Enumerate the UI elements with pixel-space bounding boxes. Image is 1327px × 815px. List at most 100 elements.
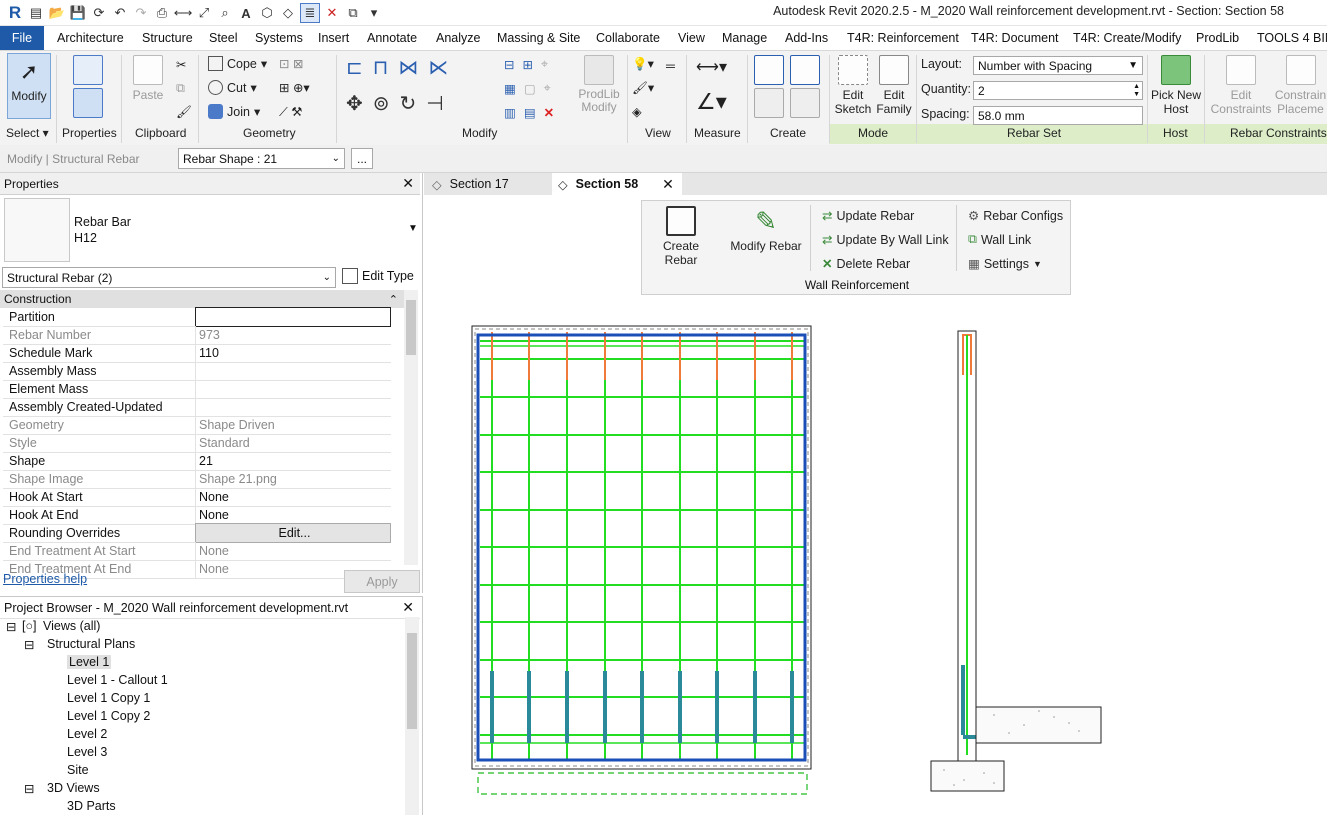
quantity-stepper[interactable]: 2 ▲ ▼ <box>973 81 1143 100</box>
mirror-axis-icon[interactable]: ⋈ <box>398 55 418 80</box>
properties-button[interactable] <box>62 55 114 121</box>
tree-plan-item[interactable]: Level 2 <box>67 727 107 741</box>
create-parts-icon[interactable] <box>754 88 784 118</box>
property-value[interactable] <box>195 307 391 327</box>
aligned-dimension-icon[interactable]: ⤢ <box>195 4 213 22</box>
tab-tools4bim[interactable]: TOOLS 4 BIM <box>1257 31 1327 45</box>
tab-massing-site[interactable]: Massing & Site <box>497 31 580 45</box>
tab-file[interactable]: File <box>0 26 44 50</box>
property-row[interactable]: Assembly Mass <box>3 362 391 381</box>
property-row[interactable]: Rounding Overrides Edit... <box>3 523 391 543</box>
property-value[interactable]: 110 <box>195 344 391 362</box>
cope-button[interactable]: Cope ▾ <box>208 56 267 71</box>
wall-link-button[interactable]: ⧉ Wall Link <box>968 232 1031 247</box>
cut-clipboard-icon[interactable]: ✂ <box>176 57 186 72</box>
property-row[interactable]: Shape Image Shape 21.png <box>3 470 391 489</box>
type-selector-dropdown-icon[interactable]: ▼ <box>408 223 418 234</box>
rebar-shape-select[interactable]: Rebar Shape : 21 ⌄ <box>178 148 345 169</box>
measure-icon[interactable]: ⟷ <box>174 4 193 22</box>
cut-geometry-button[interactable]: Cut ▾ <box>208 80 257 95</box>
properties-scrollbar[interactable] <box>404 290 418 565</box>
prodlib-modify-button[interactable]: ProdLib Modify <box>574 55 624 114</box>
copy-icon[interactable]: ⧉ <box>176 81 185 96</box>
angular-dimension-icon[interactable]: ∠▾ <box>696 89 727 115</box>
constrain-placement-button[interactable]: Constrain Placeme <box>1274 55 1327 116</box>
close-hidden-icon[interactable]: ✕ <box>323 4 341 22</box>
property-value[interactable]: Edit... <box>195 523 391 543</box>
tab-section-58[interactable]: ◇ Section 58 ✕ <box>552 173 682 195</box>
tree-plan-item[interactable]: Level 1 <box>67 655 112 669</box>
tree-plan-item[interactable]: Level 3 <box>67 745 107 759</box>
property-row[interactable]: End Treatment At Start None <box>3 542 391 561</box>
tab-add-ins[interactable]: Add-Ins <box>785 31 828 45</box>
tree-3d-parts[interactable]: 3D Parts <box>67 799 116 813</box>
property-row[interactable]: Schedule Mark 110 <box>3 344 391 363</box>
ungroup-icon[interactable]: ▤ <box>524 105 536 120</box>
undo-icon[interactable]: ↶ <box>111 4 129 22</box>
create-group-icon[interactable] <box>790 88 820 118</box>
home-icon[interactable]: ▤ <box>27 4 45 22</box>
property-row[interactable]: Shape 21 <box>3 452 391 471</box>
property-value[interactable] <box>195 398 391 416</box>
split-face-icon[interactable]: ⊞ ⊕▾ <box>279 80 310 95</box>
edit-type-button[interactable]: Edit Type <box>342 268 414 284</box>
spacing-field[interactable]: 58.0 mm <box>973 106 1143 125</box>
update-rebar-button[interactable]: ⇄ Update Rebar <box>822 208 914 224</box>
rebar-configs-button[interactable]: ⚙ Rebar Configs <box>968 208 1063 224</box>
property-row[interactable]: Element Mass <box>3 380 391 399</box>
properties-help-link[interactable]: Properties help <box>3 572 87 586</box>
create-similar-icon[interactable] <box>790 55 820 85</box>
offset-icon[interactable]: ⊓ <box>373 55 389 80</box>
section-icon[interactable]: ◇ <box>279 4 297 22</box>
tag-icon[interactable]: ⌕ <box>216 4 234 22</box>
tab-structure[interactable]: Structure <box>142 31 193 45</box>
select-panel-label[interactable]: Select ▾ <box>6 126 49 140</box>
save-icon[interactable]: 💾 <box>69 4 87 22</box>
join-button[interactable]: Join ▾ <box>208 104 260 119</box>
layout-select[interactable]: Number with Spacing ▼ <box>973 56 1143 75</box>
edit-constraints-button[interactable]: Edit Constraints <box>1208 55 1274 116</box>
tab-architecture[interactable]: Architecture <box>57 31 124 45</box>
property-value[interactable]: None <box>195 488 391 506</box>
tab-insert[interactable]: Insert <box>318 31 349 45</box>
qat-dropdown-icon[interactable]: ▾ <box>365 4 383 22</box>
revit-logo-icon[interactable]: R <box>6 3 24 22</box>
paint-icon[interactable]: ⟋ ⚒ <box>279 104 302 120</box>
pick-new-host-button[interactable]: Pick New Host <box>1150 55 1202 116</box>
override-graphics-icon[interactable]: 🖌▾ <box>632 80 654 96</box>
linework-icon[interactable]: ◈ <box>632 104 642 119</box>
create-assembly-icon[interactable] <box>754 55 784 85</box>
switch-windows-icon[interactable]: ⧉ <box>344 4 362 22</box>
copy-element-icon[interactable]: ⊚ <box>373 91 390 116</box>
mirror-draw-icon[interactable]: ⋉ <box>428 55 448 80</box>
property-row[interactable]: Hook At Start None <box>3 488 391 507</box>
tab-analyze[interactable]: Analyze <box>436 31 480 45</box>
close-icon[interactable]: ✕ <box>402 599 414 616</box>
tab-t4r-document[interactable]: T4R: Document <box>971 31 1059 45</box>
match-properties-icon[interactable]: 🖌 <box>176 105 192 120</box>
collapse-icon[interactable]: ⌃ <box>389 293 398 306</box>
modify-button[interactable]: ➚ Modify <box>7 53 51 119</box>
tree-plan-item[interactable]: Level 1 Copy 1 <box>67 691 150 705</box>
move-icon[interactable]: ✥ <box>346 91 363 116</box>
hide-bulb-icon[interactable]: 💡▾ <box>632 56 654 72</box>
thin-lines-icon[interactable]: ≣ <box>300 3 320 23</box>
thin-line-icon[interactable]: ═ <box>666 59 675 73</box>
scale-icon[interactable]: ▢ <box>524 81 536 96</box>
rotate-icon[interactable]: ↻ <box>400 91 417 116</box>
split-icon[interactable]: ⊟ <box>504 57 514 72</box>
print-icon[interactable]: ⎙ <box>153 4 171 22</box>
shape-browser-button[interactable]: ... <box>351 148 373 169</box>
tab-annotate[interactable]: Annotate <box>367 31 417 45</box>
unpin-icon[interactable]: ⌖ <box>541 57 548 72</box>
property-value[interactable]: None <box>195 506 391 524</box>
modify-rebar-button[interactable]: ✎ Modify Rebar <box>728 206 804 253</box>
tab-view[interactable]: View <box>678 31 705 45</box>
create-rebar-button[interactable]: Create Rebar <box>646 206 716 267</box>
redo-icon[interactable]: ↷ <box>132 4 150 22</box>
collapse-tree-icon[interactable]: ⊟ <box>24 781 34 796</box>
apply-button[interactable]: Apply <box>344 570 420 593</box>
split-gap-icon[interactable]: ⊞ <box>522 57 532 72</box>
delete-icon[interactable]: ✕ <box>544 105 554 120</box>
paste-button[interactable]: Paste <box>130 55 166 102</box>
